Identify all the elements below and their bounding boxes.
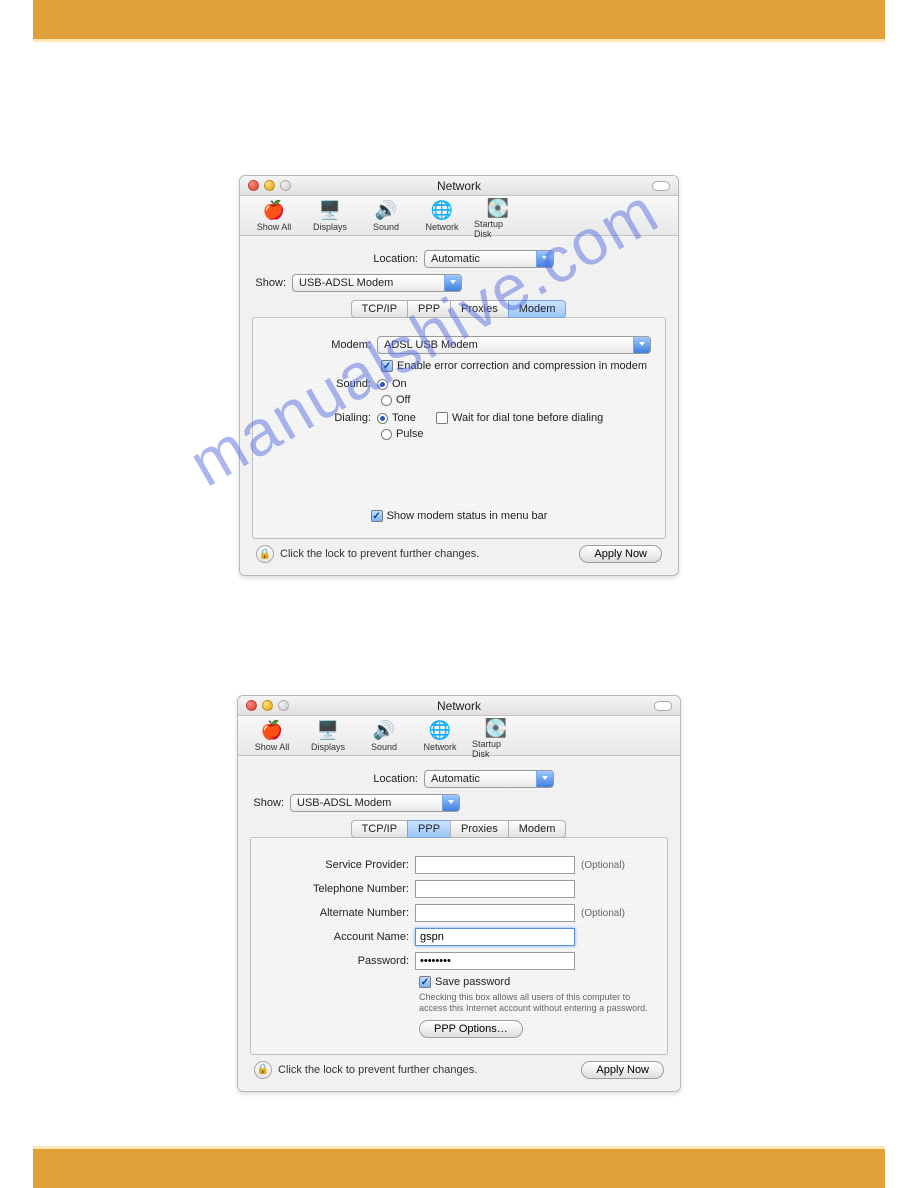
- window-title: Network: [238, 699, 680, 713]
- toolbar-show-all[interactable]: 🍎Show All: [250, 198, 298, 233]
- service-provider-field[interactable]: [415, 856, 575, 874]
- tab-ppp[interactable]: PPP: [407, 300, 451, 318]
- lock-icon[interactable]: 🔒: [256, 545, 274, 563]
- footer-bar: [33, 1146, 885, 1188]
- show-dropdown[interactable]: USB-ADSL Modem: [292, 274, 462, 292]
- apple-icon: 🍎: [260, 198, 288, 222]
- disk-icon: 💽: [482, 718, 510, 739]
- enable-ec-checkbox[interactable]: [381, 360, 393, 372]
- show-status-label: Show modem status in menu bar: [387, 510, 548, 522]
- titlebar: Network: [238, 696, 680, 716]
- apply-now-button[interactable]: Apply Now: [581, 1061, 664, 1079]
- dialing-tone-label: Tone: [392, 412, 436, 424]
- location-label: Location:: [364, 773, 424, 785]
- tab-modem[interactable]: Modem: [508, 300, 567, 318]
- optional-label: (Optional): [581, 908, 625, 919]
- sound-on-label: On: [392, 378, 407, 390]
- tab-tcpip[interactable]: TCP/IP: [351, 300, 408, 318]
- toolbar: 🍎Show All 🖥️Displays 🔊Sound 🌐Network 💽St…: [238, 716, 680, 756]
- toolbar-displays[interactable]: 🖥️Displays: [306, 198, 354, 233]
- toolbar-sound[interactable]: 🔊Sound: [360, 718, 408, 753]
- titlebar: Network: [240, 176, 678, 196]
- network-window-modem: Network 🍎Show All 🖥️Displays 🔊Sound 🌐Net…: [239, 175, 679, 576]
- lock-text: Click the lock to prevent further change…: [280, 548, 479, 560]
- show-dropdown[interactable]: USB-ADSL Modem: [290, 794, 460, 812]
- sound-off-radio[interactable]: [381, 395, 392, 406]
- save-password-checkbox[interactable]: [419, 976, 431, 988]
- password-label: Password:: [265, 955, 415, 967]
- ppp-panel: Service Provider: (Optional) Telephone N…: [250, 837, 668, 1055]
- modem-dropdown[interactable]: ADSL USB Modem: [377, 336, 651, 354]
- apply-now-button[interactable]: Apply Now: [579, 545, 662, 563]
- dialing-label: Dialing:: [267, 412, 377, 424]
- toolbar-toggle-icon[interactable]: [652, 181, 670, 191]
- lock-icon[interactable]: 🔒: [254, 1061, 272, 1079]
- network-icon: 🌐: [426, 718, 454, 742]
- toolbar-network[interactable]: 🌐Network: [416, 718, 464, 753]
- dialing-tone-radio[interactable]: [377, 413, 388, 424]
- toolbar-toggle-icon[interactable]: [654, 701, 672, 711]
- enable-ec-label: Enable error correction and compression …: [397, 360, 647, 372]
- disk-icon: 💽: [484, 198, 512, 219]
- show-label: Show:: [252, 277, 292, 289]
- lock-text: Click the lock to prevent further change…: [278, 1064, 477, 1076]
- ppp-options-button[interactable]: PPP Options…: [419, 1020, 523, 1038]
- toolbar-displays[interactable]: 🖥️Displays: [304, 718, 352, 753]
- telephone-number-field[interactable]: [415, 880, 575, 898]
- toolbar-sound[interactable]: 🔊Sound: [362, 198, 410, 233]
- tabs: TCP/IP PPP Proxies Modem: [250, 820, 668, 838]
- sound-on-radio[interactable]: [377, 379, 388, 390]
- alternate-number-field[interactable]: [415, 904, 575, 922]
- network-icon: 🌐: [428, 198, 456, 222]
- tab-modem[interactable]: Modem: [508, 820, 567, 838]
- dialing-pulse-label: Pulse: [396, 428, 424, 440]
- network-window-ppp: Network 🍎Show All 🖥️Displays 🔊Sound 🌐Net…: [237, 695, 681, 1092]
- sound-label: Sound:: [267, 378, 377, 390]
- telephone-number-label: Telephone Number:: [265, 883, 415, 895]
- alternate-number-label: Alternate Number:: [265, 907, 415, 919]
- tabs: TCP/IP PPP Proxies Modem: [252, 300, 666, 318]
- sound-icon: 🔊: [370, 718, 398, 742]
- display-icon: 🖥️: [314, 718, 342, 742]
- tab-proxies[interactable]: Proxies: [450, 820, 509, 838]
- toolbar-startup-disk[interactable]: 💽Startup Disk: [472, 718, 520, 753]
- location-dropdown[interactable]: Automatic: [424, 250, 554, 268]
- modem-label: Modem:: [267, 339, 377, 351]
- toolbar-network[interactable]: 🌐Network: [418, 198, 466, 233]
- apple-icon: 🍎: [258, 718, 286, 742]
- toolbar: 🍎Show All 🖥️Displays 🔊Sound 🌐Network 💽St…: [240, 196, 678, 236]
- window-title: Network: [240, 179, 678, 193]
- tab-tcpip[interactable]: TCP/IP: [351, 820, 408, 838]
- save-password-hint: Checking this box allows all users of th…: [419, 992, 649, 1014]
- dialing-pulse-radio[interactable]: [381, 429, 392, 440]
- wait-dialtone-checkbox[interactable]: [436, 412, 448, 424]
- service-provider-label: Service Provider:: [265, 859, 415, 871]
- sound-icon: 🔊: [372, 198, 400, 222]
- account-name-field[interactable]: [415, 928, 575, 946]
- show-label: Show:: [250, 797, 290, 809]
- wait-dialtone-label: Wait for dial tone before dialing: [452, 412, 603, 424]
- account-name-label: Account Name:: [265, 931, 415, 943]
- show-status-checkbox[interactable]: [371, 510, 383, 522]
- save-password-label: Save password: [435, 976, 510, 988]
- toolbar-show-all[interactable]: 🍎Show All: [248, 718, 296, 753]
- password-field[interactable]: [415, 952, 575, 970]
- header-bar: [33, 0, 885, 42]
- location-dropdown[interactable]: Automatic: [424, 770, 554, 788]
- display-icon: 🖥️: [316, 198, 344, 222]
- toolbar-startup-disk[interactable]: 💽Startup Disk: [474, 198, 522, 233]
- sound-off-label: Off: [396, 394, 410, 406]
- tab-ppp[interactable]: PPP: [407, 820, 451, 838]
- tab-proxies[interactable]: Proxies: [450, 300, 509, 318]
- location-label: Location:: [364, 253, 424, 265]
- optional-label: (Optional): [581, 860, 625, 871]
- modem-panel: Modem: ADSL USB Modem Enable error corre…: [252, 317, 666, 539]
